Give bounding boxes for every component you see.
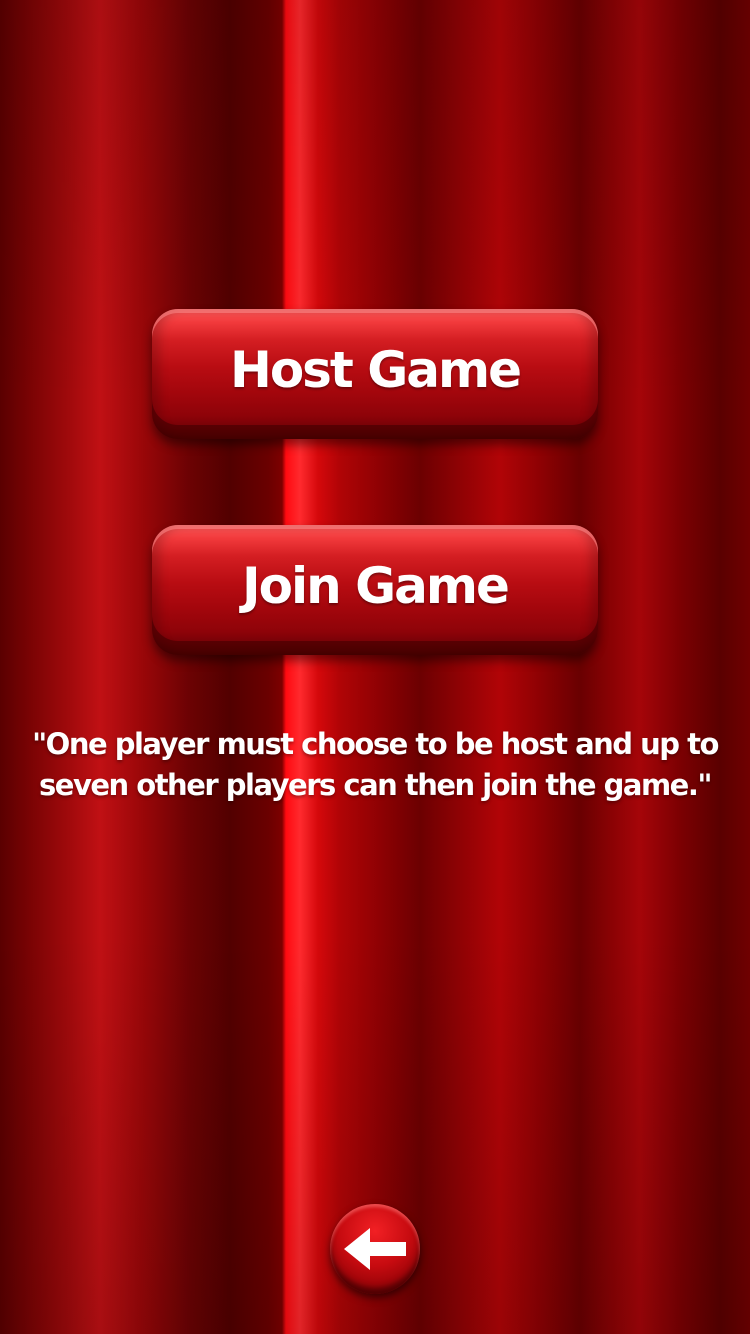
- instruction-text: "One player must choose to be host and u…: [32, 727, 719, 802]
- join-game-label: Join Game: [242, 557, 510, 615]
- join-game-button[interactable]: Join Game: [152, 525, 598, 655]
- host-game-label: Host Game: [229, 341, 522, 399]
- host-game-button[interactable]: Host Game: [152, 309, 598, 439]
- curtain-background: [0, 0, 750, 1334]
- arrow-left-icon: [340, 1224, 410, 1274]
- menu-screen: Host Game Join Game "One player must cho…: [0, 0, 750, 1334]
- back-button[interactable]: [330, 1204, 420, 1294]
